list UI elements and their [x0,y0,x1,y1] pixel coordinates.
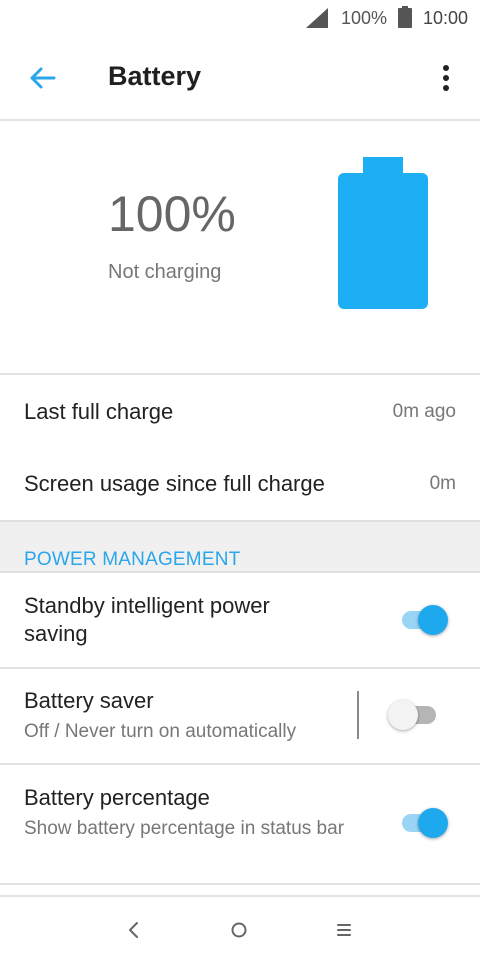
last-full-charge-row: Last full charge 0m ago [0,377,480,447]
charge-state-text: Not charging [108,261,222,283]
vertical-divider [357,691,359,739]
toggle-thumb [418,808,448,838]
section-title: POWER MANAGEMENT [24,549,241,570]
pref-battery-saver-summary: Off / Never turn on automatically [24,721,297,742]
screen-usage-row: Screen usage since full charge 0m [0,448,480,518]
pref-battery-saver-title: Battery saver [24,688,154,713]
pref-battery-saver[interactable]: Battery saver Off / Never turn on automa… [0,669,480,765]
toggle-thumb [418,605,448,635]
page-title: Battery [108,61,202,91]
more-vert-icon[interactable] [436,64,456,94]
section-header: POWER MANAGEMENT [0,520,480,573]
battery-saver-toggle[interactable] [388,698,444,732]
screen-usage-label: Screen usage since full charge [24,471,325,496]
battery-summary: 100% Not charging [0,123,480,375]
standby-toggle[interactable] [398,603,454,637]
toggle-thumb [388,700,418,730]
last-full-charge-value: 0m ago [392,401,456,422]
status-battery-percent: 100% [341,8,388,28]
nav-back-icon[interactable] [121,917,147,943]
nav-menu-icon[interactable] [331,917,357,943]
back-arrow-icon[interactable] [26,62,58,94]
app-bar: Battery [0,36,480,121]
pref-battery-percentage[interactable]: Battery percentage Show battery percenta… [0,765,480,885]
battery-percentage-toggle[interactable] [398,806,454,840]
battery-icon [398,6,412,28]
status-time: 10:00 [423,8,469,28]
pref-battery-percentage-summary: Show battery percentage in status bar [24,818,345,839]
navigation-bar [0,895,480,960]
nav-home-icon[interactable] [226,917,252,943]
screen-usage-value: 0m [429,473,456,494]
status-bar: 100% 10:00 [0,0,480,36]
battery-graphic-icon [338,157,428,309]
pref-standby-power-saving[interactable]: Standby intelligent power saving [0,574,480,669]
pref-battery-percentage-title: Battery percentage [24,785,210,810]
signal-icon [306,8,328,28]
battery-level-text: 100% [108,186,236,242]
last-full-charge-label: Last full charge [24,399,174,424]
pref-standby-title: Standby intelligent power saving [24,593,270,646]
